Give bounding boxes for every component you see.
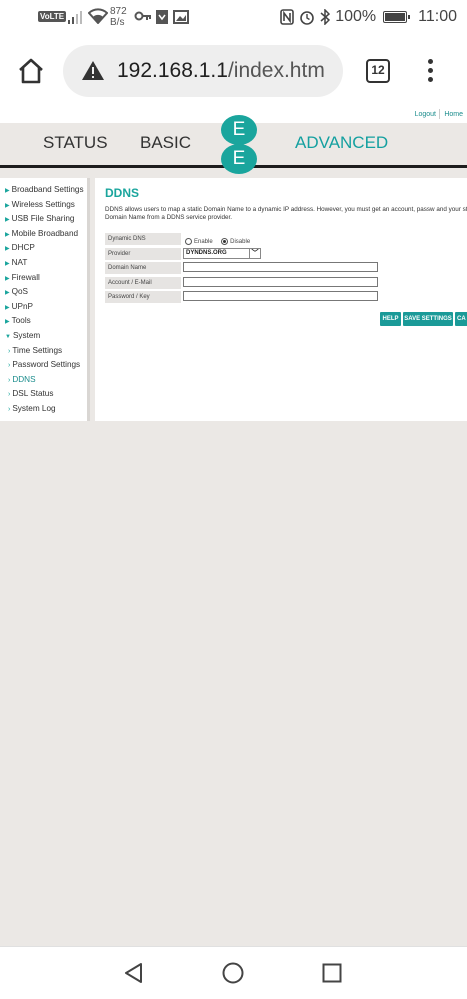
dynamic-dns-row: Dynamic DNS Enable Disable: [105, 233, 467, 246]
help-button[interactable]: HELP: [380, 312, 401, 326]
tab-switcher-button[interactable]: 12: [366, 59, 390, 83]
disable-radio[interactable]: [221, 238, 229, 246]
account-row: Account / E-Mail: [105, 277, 467, 289]
key-icon: [134, 11, 151, 21]
password-input[interactable]: [183, 291, 378, 301]
chevron-down-icon: ▼: [5, 333, 11, 340]
chevron-right-icon: ▶: [5, 304, 10, 311]
enable-label: Enable: [194, 238, 213, 245]
dynamic-dns-label: Dynamic DNS: [105, 233, 181, 245]
sidebar-item-upnp[interactable]: ▶ UPnP: [0, 301, 87, 316]
sidebar-item-firewall[interactable]: ▶ Firewall: [0, 272, 87, 287]
status-bar: VoLTE 872 B/s 100% 11:00: [0, 0, 467, 36]
enable-radio[interactable]: [185, 238, 192, 246]
domain-name-row: Domain Name: [105, 262, 467, 274]
status-right: 100% 11:00: [280, 8, 457, 26]
chevron-right-icon: ▶: [5, 202, 10, 209]
battery-percent: 100%: [335, 8, 377, 25]
ddns-panel: DDNS DDNS allows users to map a static D…: [95, 178, 467, 421]
chevron-right-icon: ›: [8, 391, 11, 399]
clock: 11:00: [418, 8, 457, 25]
chevron-right-icon: ▶: [5, 275, 10, 282]
recents-icon[interactable]: [322, 963, 342, 983]
domain-name-label: Domain Name: [105, 262, 181, 274]
logout-link[interactable]: Logout: [415, 111, 436, 118]
provider-label: Provider: [105, 248, 181, 260]
logo-letter-top: E: [221, 115, 257, 145]
chevron-down-icon: ﹀: [249, 249, 260, 258]
back-icon[interactable]: [123, 962, 145, 984]
account-label: Account / E-Mail: [105, 277, 181, 289]
url-text[interactable]: 192.168.1.1/index.htm: [117, 59, 325, 83]
browser-toolbar: 192.168.1.1/index.htm 12: [0, 36, 467, 106]
sidebar-item-broadband[interactable]: ▶ Broadband Settings: [0, 184, 87, 199]
chevron-right-icon: ▶: [5, 246, 10, 253]
dynamic-dns-radios: Enable Disable: [185, 233, 254, 246]
tab-status[interactable]: STATUS: [43, 133, 108, 153]
home-icon[interactable]: [16, 56, 46, 86]
overflow-menu-icon[interactable]: [424, 56, 436, 86]
chevron-right-icon: ▶: [5, 217, 10, 224]
router-page: Logout Home STATUS BASIC ADVANCED E E ▶ B…: [0, 106, 467, 946]
home-circle-icon[interactable]: [222, 962, 244, 984]
provider-select[interactable]: DYNDNS.ORG ﹀: [183, 248, 261, 259]
sidebar-item-dsl-status[interactable]: › DSL Status: [0, 388, 87, 403]
disable-label: Disable: [230, 238, 251, 245]
bluetooth-icon: [320, 9, 331, 25]
sidebar-item-password-settings[interactable]: › Password Settings: [0, 359, 87, 374]
password-row: Password / Key: [105, 291, 467, 303]
address-bar[interactable]: 192.168.1.1/index.htm: [63, 45, 343, 97]
chevron-right-icon: ›: [8, 347, 11, 355]
chevron-right-icon: ▶: [5, 231, 10, 238]
cell-signal-icon: [68, 11, 82, 24]
sidebar-item-time-settings[interactable]: › Time Settings: [0, 345, 87, 360]
wifi-icon: [88, 8, 108, 24]
save-settings-button[interactable]: SAVE SETTINGS: [403, 312, 453, 326]
tab-basic[interactable]: BASIC: [140, 133, 191, 153]
ee-logo: E E: [221, 115, 258, 174]
tab-advanced[interactable]: ADVANCED: [295, 133, 388, 153]
not-secure-warning-icon[interactable]: [81, 60, 105, 81]
sidebar-item-dhcp[interactable]: ▶ DHCP: [0, 242, 87, 257]
battery-icon: [383, 11, 411, 23]
system-nav-bar: [0, 946, 467, 999]
download-icon: [156, 10, 168, 24]
sidebar-item-tools[interactable]: ▶ Tools: [0, 315, 87, 330]
provider-row: Provider DYNDNS.ORG ﹀: [105, 248, 467, 260]
chevron-right-icon: ▶: [5, 290, 10, 297]
sidebar-item-usb[interactable]: ▶ USB File Sharing: [0, 213, 87, 228]
link-divider: [439, 109, 440, 119]
chevron-right-icon: ›: [8, 376, 11, 384]
page-title: DDNS: [105, 186, 140, 200]
sidebar-item-qos[interactable]: ▶ QoS: [0, 286, 87, 301]
home-link[interactable]: Home: [444, 111, 463, 118]
page-description: DDNS allows users to map a static Domain…: [105, 206, 467, 221]
chevron-right-icon: ›: [8, 405, 11, 413]
sidebar-item-nat[interactable]: ▶ NAT: [0, 257, 87, 272]
cancel-button[interactable]: CA: [455, 312, 467, 326]
account-input[interactable]: [183, 277, 378, 287]
sidebar-menu: ▶ Broadband Settings ▶ Wireless Settings ▶…: [0, 178, 90, 421]
domain-name-input[interactable]: [183, 262, 378, 272]
sidebar-item-mobile-broadband[interactable]: ▶ Mobile Broadband: [0, 228, 87, 243]
volte-icon: VoLTE: [38, 11, 67, 22]
network-speed: 872 B/s: [110, 6, 127, 28]
logo-letter-bottom: E: [221, 144, 257, 174]
sidebar-item-ddns[interactable]: › DDNS: [0, 374, 87, 389]
chevron-right-icon: ▶: [5, 260, 10, 267]
gallery-icon: [173, 10, 189, 24]
chevron-right-icon: ▶: [5, 319, 10, 326]
chevron-right-icon: ▶: [5, 188, 10, 194]
alarm-icon: [300, 11, 315, 25]
password-label: Password / Key: [105, 291, 181, 303]
sidebar-item-system-log[interactable]: › System Log: [0, 403, 87, 418]
nfc-icon: [280, 9, 295, 25]
sidebar-item-wireless[interactable]: ▶ Wireless Settings: [0, 199, 87, 214]
sidebar-item-system[interactable]: ▼ System: [0, 330, 87, 345]
chevron-right-icon: ›: [8, 362, 11, 370]
